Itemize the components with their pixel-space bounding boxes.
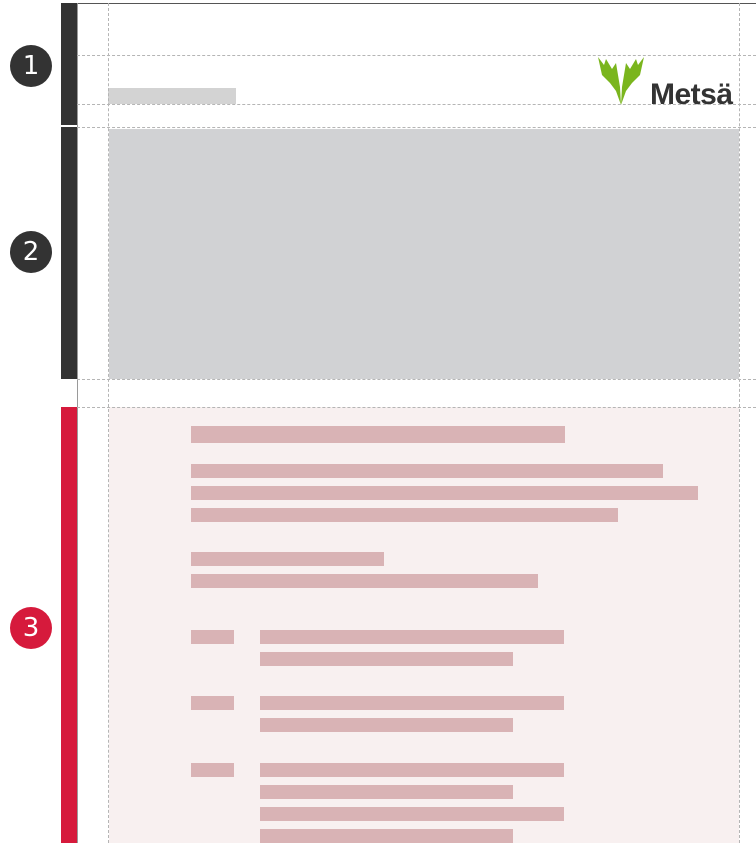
- hero-image-placeholder: [109, 129, 739, 379]
- content-text-line: [191, 574, 538, 588]
- content-text-line: [191, 486, 698, 500]
- guide-line-vertical: [108, 3, 109, 843]
- guide-line-vertical: [739, 3, 740, 843]
- guide-line-horizontal: [77, 104, 756, 105]
- list-item-label-line: [191, 630, 234, 644]
- section-3-badge: 3: [10, 607, 52, 649]
- section-3-bar: [61, 407, 77, 843]
- moose-antlers-icon: [598, 57, 644, 105]
- guide-line-horizontal: [77, 407, 756, 408]
- guide-line-horizontal: [77, 127, 756, 128]
- content-text-line: [191, 552, 384, 566]
- metsa-logo-wordmark: Metsä: [650, 78, 733, 111]
- content-text-line: [191, 508, 618, 522]
- page-frame-left: [77, 3, 78, 843]
- guide-line-horizontal: [77, 55, 756, 56]
- section-2-bar: [61, 127, 77, 379]
- list-item-text-line: [260, 785, 513, 799]
- list-item-label-line: [191, 763, 234, 777]
- list-item-label-line: [191, 696, 234, 710]
- list-item-text-line: [260, 718, 513, 732]
- section-1-bar: [61, 3, 77, 125]
- section-1-badge: 1: [10, 45, 52, 87]
- list-item-text-line: [260, 829, 513, 843]
- content-text-line: [191, 464, 663, 478]
- section-2-badge: 2: [10, 231, 52, 273]
- guide-line-horizontal: [77, 379, 756, 380]
- content-heading-line: [191, 426, 565, 443]
- list-item-text-line: [260, 652, 513, 666]
- list-item-text-line: [260, 763, 564, 777]
- list-item-text-line: [260, 630, 564, 644]
- page-frame-top: [77, 3, 756, 4]
- list-item-text-line: [260, 696, 564, 710]
- header-text-placeholder: [108, 88, 236, 104]
- list-item-text-line: [260, 807, 564, 821]
